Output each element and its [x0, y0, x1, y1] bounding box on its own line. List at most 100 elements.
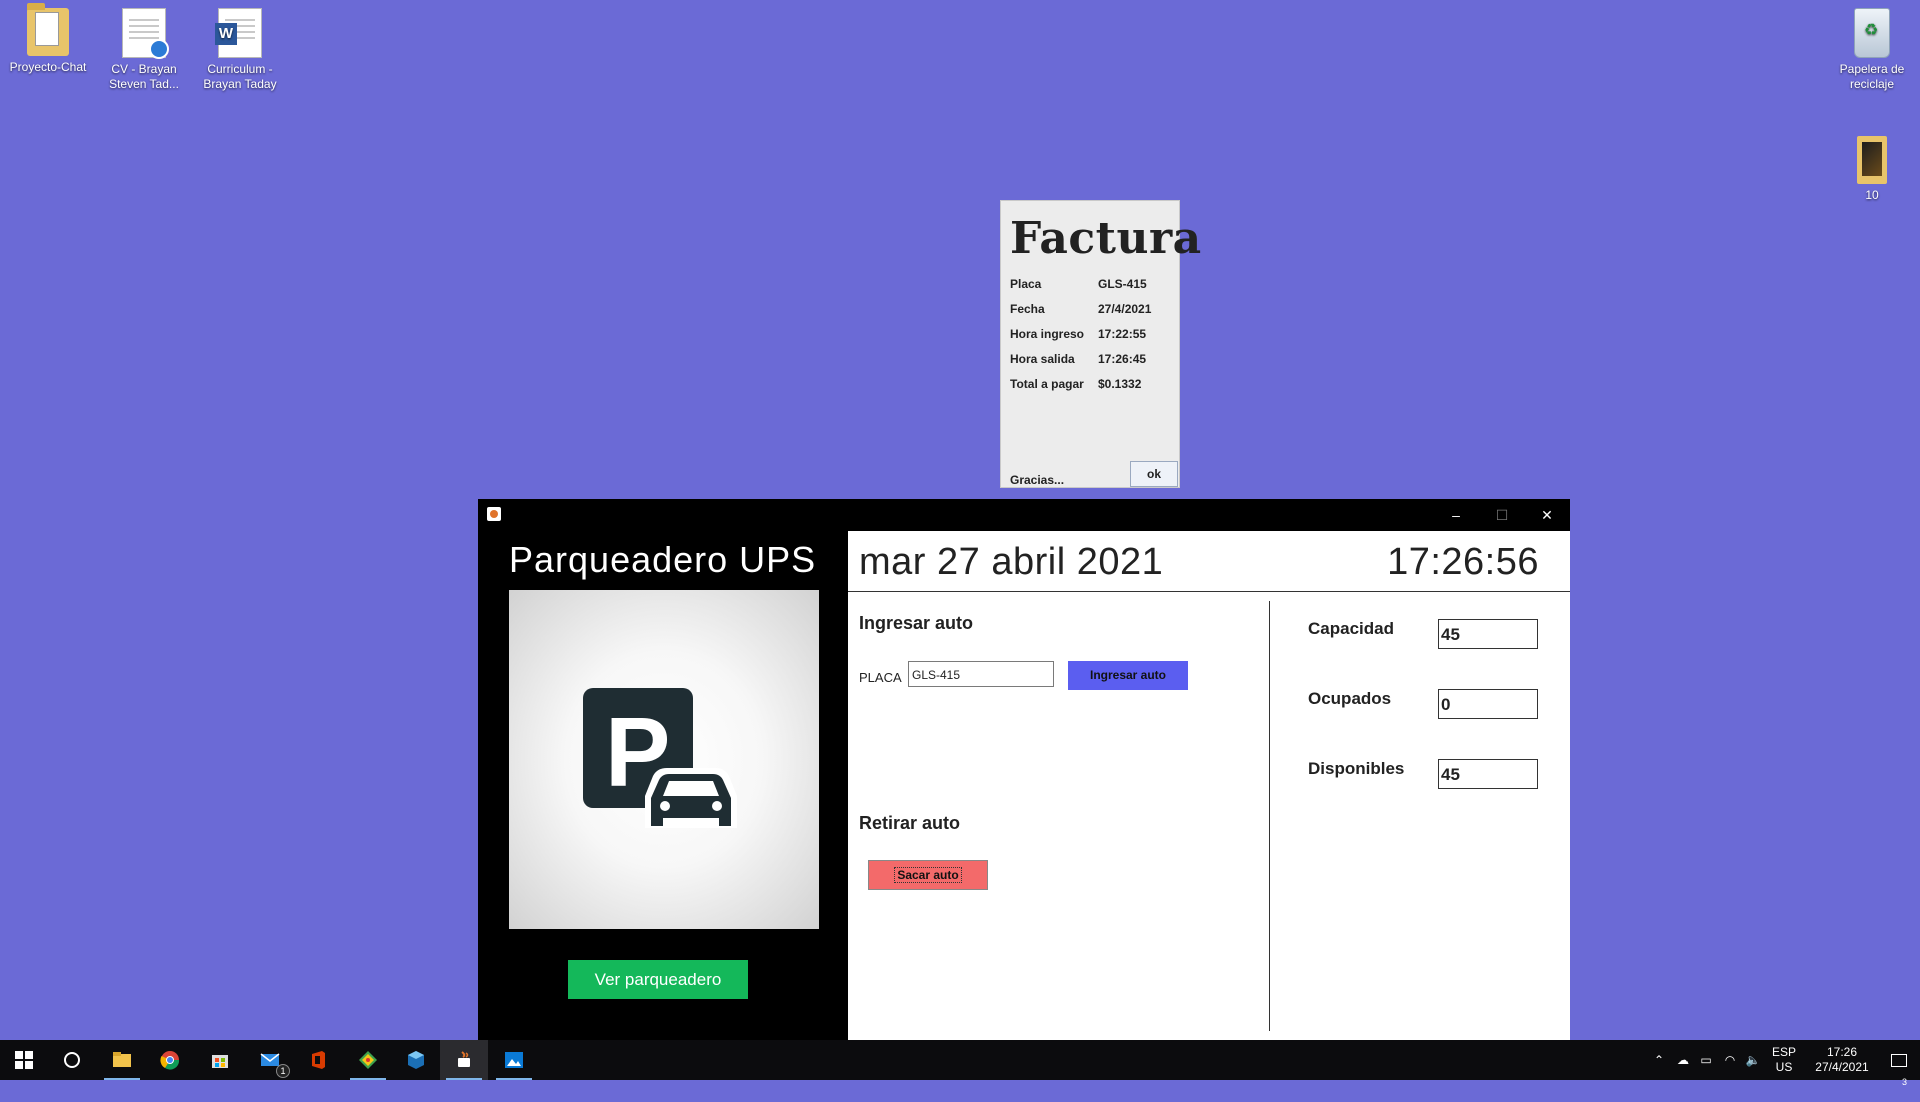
maximize-button[interactable]: ☐ — [1479, 499, 1525, 531]
capacidad-label: Capacidad — [1308, 619, 1394, 638]
chevron-up-icon: ⌃ — [1653, 1053, 1665, 1067]
desktop-icon-folder-10[interactable]: 10 — [1824, 128, 1920, 203]
store-icon — [212, 1055, 228, 1068]
word-document-icon: W — [215, 8, 262, 58]
factura-row-total: Total a pagar $0.1332 — [1010, 377, 1141, 391]
divider-vertical — [1269, 601, 1270, 1031]
factura-title: Factura — [1010, 213, 1202, 264]
pdf-document-icon — [122, 8, 169, 59]
folder-icon — [1857, 136, 1887, 184]
taskbar-virtualbox[interactable] — [392, 1040, 440, 1080]
app-title: Parqueadero UPS — [509, 539, 817, 580]
divider-horizontal — [848, 591, 1570, 592]
folder-icon — [27, 3, 69, 56]
ocupados-field[interactable]: 0 — [1438, 689, 1538, 719]
placa-label: PLACA — [859, 670, 902, 685]
parking-logo: P — [509, 590, 819, 929]
sacar-auto-label: Sacar auto — [894, 867, 962, 883]
parqueadero-window: – ☐ ✕ Parqueadero UPS P Ver parqueadero … — [478, 499, 1570, 1040]
capacidad-field[interactable]: 45 — [1438, 619, 1538, 649]
placa-input[interactable]: GLS-415 — [908, 661, 1054, 687]
factura-label: Hora ingreso — [1010, 327, 1085, 341]
disponibles-label: Disponibles — [1308, 759, 1405, 778]
factura-footer: Gracias... — [1010, 473, 1065, 487]
ver-parqueadero-button[interactable]: Ver parqueadero — [568, 960, 748, 999]
volume-icon[interactable]: 🔈 — [1742, 1040, 1764, 1080]
taskbar-mail[interactable]: 1 — [246, 1040, 294, 1080]
onedrive-icon[interactable]: ☁ — [1672, 1040, 1694, 1080]
clock-date: 27/4/2021 — [1815, 1060, 1869, 1074]
retirar-heading: Retirar auto — [859, 813, 961, 833]
factura-row-fecha: Fecha 27/4/2021 — [1010, 302, 1151, 316]
clock-time: 17:26 — [1826, 1045, 1858, 1059]
title-bar[interactable]: – ☐ ✕ — [478, 499, 1570, 531]
recycle-bin-icon: ♻ — [1854, 8, 1890, 58]
taskbar-file-explorer[interactable] — [98, 1040, 146, 1080]
desktop-icon-recycle-bin[interactable]: ♻ Papelera de reciclaje — [1824, 0, 1920, 92]
minimize-button[interactable]: – — [1433, 499, 1479, 531]
ingresar-heading: Ingresar auto — [859, 613, 974, 633]
ocupados-label: Ocupados — [1308, 689, 1392, 708]
ingresar-auto-button[interactable]: Ingresar auto — [1068, 661, 1188, 690]
parking-car-icon: P — [583, 688, 737, 828]
close-button[interactable]: ✕ — [1524, 499, 1570, 531]
right-panel: mar 27 abril 2021 17:26:56 Ingresar auto… — [848, 531, 1570, 1040]
desktop-icon-label: Papelera de reciclaje — [1839, 62, 1905, 91]
input-language-button[interactable]: ESP US — [1764, 1040, 1804, 1085]
office-icon — [312, 1051, 325, 1069]
notification-count: 3 — [1902, 1077, 1908, 1087]
factura-row-hora-salida: Hora salida 17:26:45 — [1010, 352, 1146, 366]
java-app-icon — [487, 507, 501, 521]
desktop-icon-label: Curriculum - Brayan Taday — [203, 62, 277, 91]
clock-button[interactable]: 17:26 27/4/2021 — [1804, 1040, 1880, 1085]
keyboard-layout: US — [1775, 1060, 1793, 1074]
taskbar: 1 ⌃ ☁ ▭ ◠ 🔈 ESP US 17:26 27/4/2021 3 — [0, 1040, 1920, 1087]
start-button[interactable] — [0, 1040, 48, 1080]
factura-row-placa: Placa GLS-415 — [1010, 277, 1147, 291]
wifi-icon[interactable]: ◠ — [1718, 1040, 1742, 1080]
virtualbox-icon — [408, 1051, 424, 1069]
show-hidden-icons-button[interactable]: ⌃ — [1648, 1040, 1670, 1080]
desktop-icon-label: Proyecto-Chat — [9, 60, 87, 74]
search-button[interactable] — [48, 1040, 96, 1080]
factura-value: 17:22:55 — [1098, 327, 1147, 341]
java-icon — [458, 1051, 470, 1067]
taskbar-chrome[interactable] — [146, 1040, 194, 1080]
factura-value: $0.1332 — [1098, 377, 1142, 391]
desktop-icon-proyecto-chat[interactable]: Proyecto-Chat — [0, 0, 96, 75]
desktop-icon-label: 10 — [1865, 188, 1879, 202]
desktop-icon-cv[interactable]: CV - Brayan Steven Tad... — [96, 0, 192, 92]
photos-icon — [505, 1052, 523, 1068]
notification-center-button[interactable]: 3 — [1882, 1040, 1916, 1087]
left-panel: Parqueadero UPS P Ver parqueadero — [478, 531, 848, 1040]
taskbar-office[interactable] — [294, 1040, 342, 1080]
ok-button[interactable]: ok — [1130, 461, 1178, 487]
factura-value: GLS-415 — [1098, 277, 1147, 291]
factura-row-hora-ingreso: Hora ingreso 17:22:55 — [1010, 327, 1146, 341]
factura-label: Fecha — [1010, 302, 1045, 316]
file-explorer-icon — [113, 1052, 131, 1067]
desktop-icon-label: CV - Brayan Steven Tad... — [109, 62, 179, 91]
disponibles-field[interactable]: 45 — [1438, 759, 1538, 789]
taskbar-photos[interactable] — [490, 1040, 538, 1080]
factura-label: Placa — [1010, 277, 1042, 291]
battery-icon[interactable]: ▭ — [1694, 1040, 1718, 1080]
sacar-auto-button[interactable]: Sacar auto — [868, 860, 988, 890]
factura-label: Hora salida — [1010, 352, 1075, 366]
chrome-icon — [160, 1051, 180, 1070]
factura-dialog: Factura Placa GLS-415 Fecha 27/4/2021 Hora… — [1000, 200, 1201, 488]
git-icon — [359, 1051, 377, 1069]
search-icon — [64, 1052, 80, 1068]
factura-value: 27/4/2021 — [1098, 302, 1152, 316]
language-code: ESP — [1771, 1045, 1796, 1059]
desktop-icon-curriculum[interactable]: W Curriculum - Brayan Taday — [192, 0, 288, 92]
taskbar-git[interactable] — [344, 1040, 392, 1080]
current-time: 17:26:56 — [1387, 541, 1539, 583]
taskbar-store[interactable] — [196, 1040, 244, 1080]
factura-label: Total a pagar — [1010, 377, 1084, 391]
current-date: mar 27 abril 2021 — [859, 541, 1164, 583]
mail-badge: 1 — [276, 1064, 290, 1078]
taskbar-java[interactable] — [440, 1040, 488, 1080]
factura-value: 17:26:45 — [1098, 352, 1147, 366]
start-icon — [15, 1051, 33, 1069]
